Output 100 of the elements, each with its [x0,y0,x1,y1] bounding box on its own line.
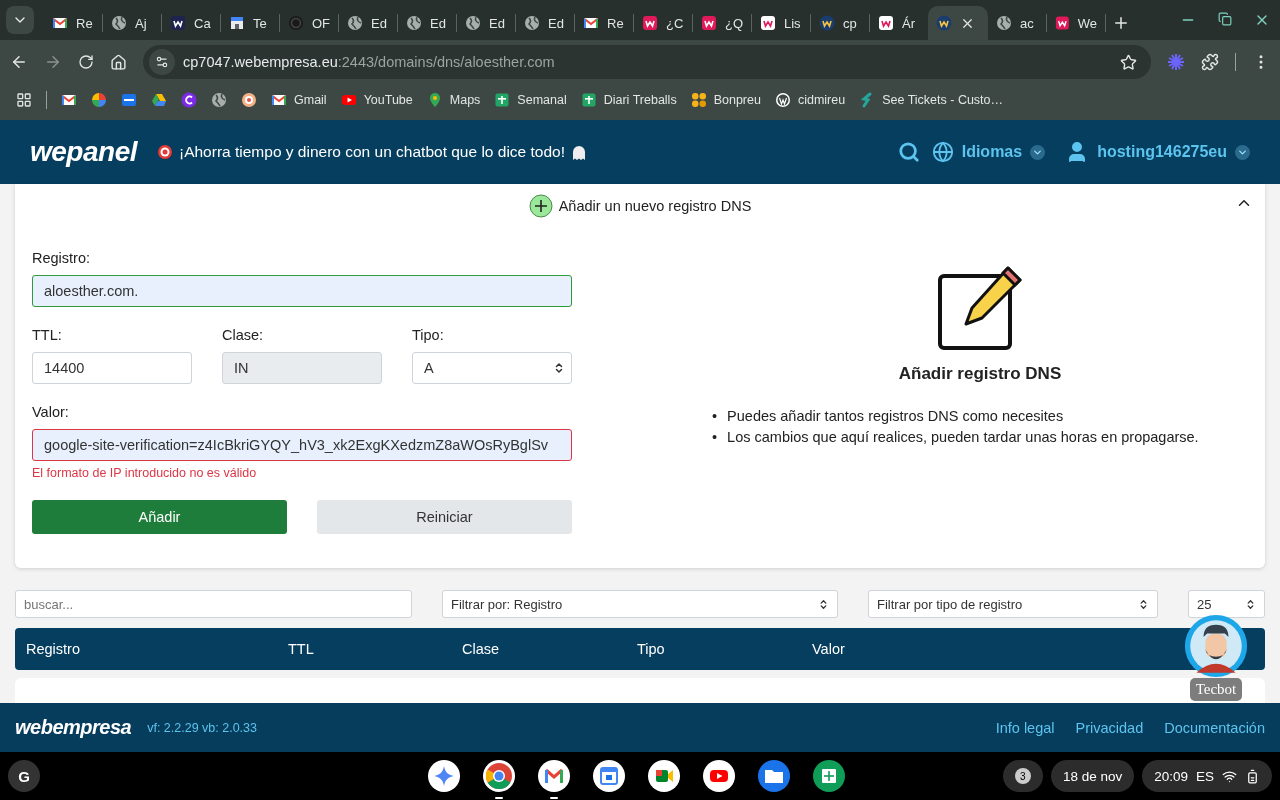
column-header[interactable]: TTL [288,641,462,657]
restore-icon[interactable] [1218,12,1232,26]
browser-tab[interactable]: Ár [870,6,928,40]
status-area[interactable]: 20:09 ES [1142,760,1272,792]
browser-tab[interactable]: Re [44,6,102,40]
apps-icon[interactable] [16,92,32,108]
input-field[interactable]: 14400 [32,352,192,384]
user-menu[interactable]: hosting146275eu [1097,143,1227,161]
bookmark-item[interactable]: cidmireu [774,92,846,108]
chrome-app-icon[interactable] [483,760,515,799]
w-square-icon [878,15,894,31]
input-field[interactable]: aloesther.com. [32,275,572,307]
bookmark-item[interactable]: Gmail [271,92,327,108]
bookmark-item[interactable]: Semanal [494,92,567,108]
date-button[interactable]: 18 de nov [1050,760,1135,792]
wepanel-logo[interactable]: wepanel [30,136,137,168]
notification-button[interactable]: 3 [1002,760,1043,792]
field-label: TTL: [32,327,63,343]
browser-tab[interactable]: ac [988,6,1046,40]
bookmark-item[interactable]: See Tickets - Custo… [859,92,1004,108]
footer-link[interactable]: Info legal [995,719,1055,736]
drive-icon [151,92,167,108]
w-square-icon [642,15,658,31]
reset-button[interactable]: Reiniciar [317,500,572,534]
ring-icon [288,15,304,31]
forward-icon[interactable] [44,53,62,71]
browser-tab[interactable]: Ca [162,6,220,40]
ghost-icon [571,143,587,161]
browser-tab[interactable]: ¿C [634,6,692,40]
bookmark-item[interactable]: YouTube [340,92,413,108]
browser-tab[interactable]: Aj [103,6,161,40]
input-field[interactable]: google-site-verification=z4IcBkriGYQY_hV3_xk2ExgKXedzmZ8aWOsRyBglSv [32,429,572,461]
gmail-icon [52,15,68,31]
browser-tab[interactable]: cp [811,6,869,40]
browser-tab[interactable]: Ed [398,6,456,40]
browser-tab[interactable]: ¿Q [693,6,751,40]
browser-tab[interactable]: Ed [457,6,515,40]
globe-icon [347,15,363,31]
info-title: Añadir registro DNS [898,364,1062,384]
w-square-icon [170,15,186,31]
updown-icon [1138,598,1149,610]
browser-tab[interactable]: Ed [339,6,397,40]
store-icon [229,15,245,31]
pinwheel-icon [91,92,107,108]
error-message: El formato de IP introducido no es válido [32,466,258,480]
webempresa-logo[interactable]: webempresa [15,716,132,739]
reload-icon[interactable] [78,54,94,70]
bullet-marker: • [712,407,718,426]
bookmark-item[interactable]: Diari Treballs [580,92,677,108]
back-icon[interactable] [10,53,28,71]
search-field[interactable]: buscar... [15,590,412,618]
browser-tab[interactable]: OF [280,6,338,40]
bonpreu-icon [690,92,707,108]
footer-link[interactable]: Privacidad [1075,719,1144,736]
promo-text[interactable]: ¡Ahorra tiempo y dinero con un chatbot que lo dice todo! [179,143,565,161]
browser-tab[interactable]: Lis [752,6,810,40]
gmail-app-icon[interactable] [538,760,570,799]
browser-tab[interactable]: Ed [516,6,574,40]
field-label: Tipo: [412,327,445,343]
battery-icon [1245,768,1260,784]
search-icon[interactable] [897,141,920,163]
filter-select[interactable]: Filtrar por: Registro [442,590,838,618]
column-header[interactable]: Valor [812,641,1265,657]
browser-tab[interactable]: We [1047,6,1105,40]
site-info-icon[interactable] [149,49,175,75]
chatbot-name[interactable]: Tecbot [1189,678,1243,701]
bookmark-item[interactable]: Bonpreu [690,92,761,108]
footer-link[interactable]: Documentación [1164,719,1265,736]
browser-tab[interactable] [928,6,988,40]
browser-tab[interactable]: Te [221,6,279,40]
avatar-icon[interactable] [1184,614,1248,678]
column-header[interactable]: Tipo [637,641,812,657]
launcher-button[interactable]: G [8,760,40,792]
globe-icon [931,141,954,163]
home-icon[interactable] [110,53,127,71]
target-icon [157,144,173,160]
gmail-icon [583,15,599,31]
sheets-icon [580,92,597,108]
select-field[interactable]: A [412,352,572,384]
browser-tab[interactable]: Re [575,6,633,40]
filter-select[interactable]: Filtrar por tipo de registro [868,590,1158,618]
column-header[interactable]: Clase [462,641,637,657]
caret-icon[interactable] [1235,144,1250,160]
column-header[interactable]: Registro [26,641,288,657]
bookmark-item[interactable]: Maps [426,92,481,108]
extensions-icon[interactable] [1201,53,1219,71]
language-menu[interactable]: Idiomas [961,143,1023,161]
add-icon [528,194,553,218]
field-label: Clase: [222,327,265,343]
globe-icon [406,15,422,31]
updown-icon [553,362,565,374]
card-title[interactable]: Añadir un nuevo registro DNS [558,198,752,214]
tab-search-button[interactable] [6,6,34,34]
address-bar[interactable]: cp7047.webempresa.eu:2443/domains/dns/aloesther.com [143,45,1151,79]
filter-select[interactable]: 25 [1188,590,1265,618]
add-button[interactable]: Añadir [32,500,287,534]
bookmark-star-icon[interactable] [1120,53,1137,71]
new-tab-icon[interactable] [1112,14,1130,32]
gmail-icon [61,92,77,108]
caret-icon[interactable] [1030,144,1046,160]
